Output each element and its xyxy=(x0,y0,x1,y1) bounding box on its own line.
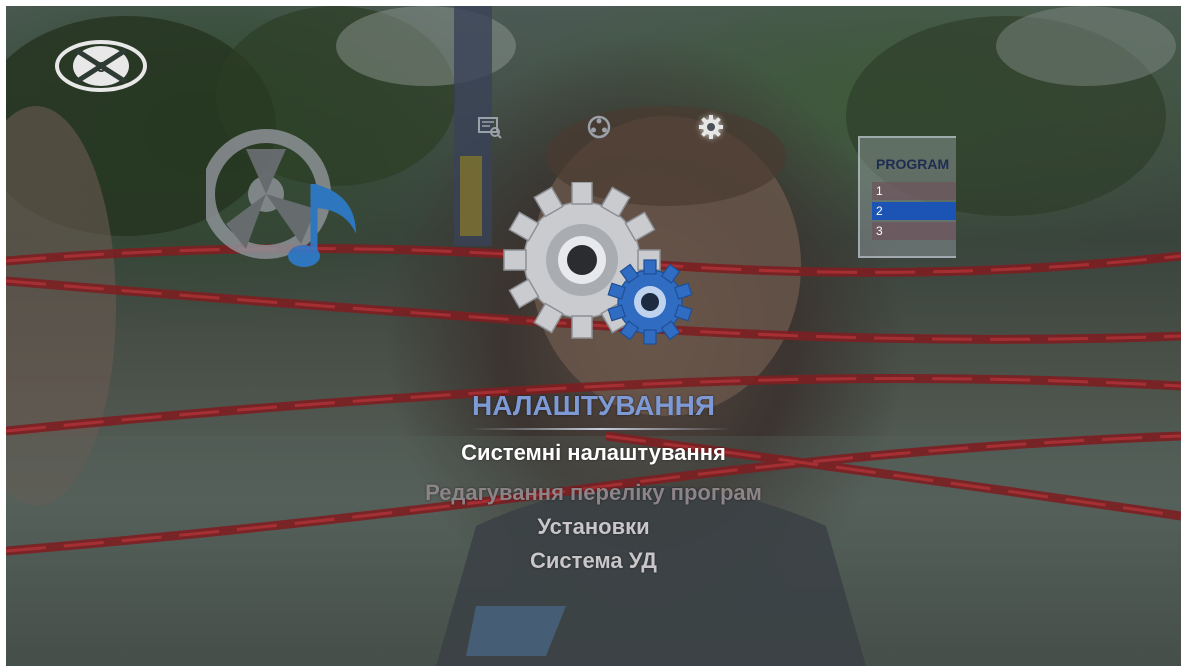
program-list-preview: PROGRAM 1 2 3 xyxy=(858,136,956,258)
program-list-title: PROGRAM xyxy=(876,156,950,172)
menu-item-installation[interactable]: Установки xyxy=(0,514,1187,540)
program-row-selected: 2 xyxy=(872,202,956,220)
menu-item-system-settings[interactable]: Системні налаштування xyxy=(0,440,1187,466)
menu-item-edit-program-list[interactable]: Редагування переліку програм xyxy=(0,480,1187,506)
multimedia-icon xyxy=(206,129,356,267)
svg-text:e: e xyxy=(96,56,106,76)
settings-gear-icon xyxy=(503,182,693,345)
program-row: 3 xyxy=(872,222,956,240)
gear-icon[interactable] xyxy=(698,114,724,140)
menu-item-remote-system[interactable]: Система УД xyxy=(0,548,1187,574)
ex-logo-icon: e xyxy=(55,40,147,92)
program-row: 1 xyxy=(872,182,956,200)
menu-title: НАЛАШТУВАННЯ xyxy=(472,390,715,421)
media-browser-icon[interactable] xyxy=(476,114,502,140)
film-reel-icon[interactable] xyxy=(586,114,612,140)
menu-title-underline xyxy=(470,428,732,430)
